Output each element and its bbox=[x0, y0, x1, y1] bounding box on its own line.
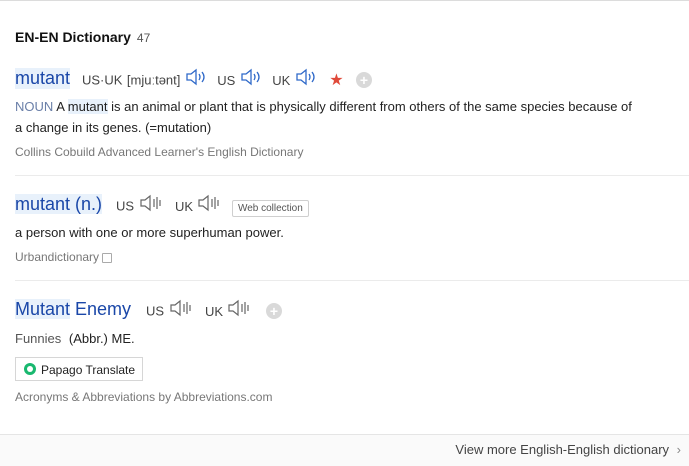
divider bbox=[15, 280, 689, 281]
entry-3-definition: (Abbr.) ME. bbox=[68, 331, 135, 346]
entry-3-us-label: US bbox=[146, 303, 165, 319]
view-more-link[interactable]: View more English-English dictionary › bbox=[455, 442, 681, 457]
papago-translate-button[interactable]: Papago Translate bbox=[15, 357, 143, 381]
speaker-icon[interactable] bbox=[139, 194, 165, 219]
speaker-icon[interactable] bbox=[197, 194, 223, 219]
view-more-label: View more English-English dictionary bbox=[455, 442, 670, 457]
entry-3-headword-rest: Enemy bbox=[70, 299, 132, 319]
top-divider bbox=[0, 0, 689, 1]
entry-1-pronunciation: [mjuːtənt] bbox=[126, 72, 181, 88]
entry-1-pos: NOUN bbox=[15, 99, 54, 114]
entry-1-usuk-label: US·UK bbox=[82, 72, 123, 88]
speaker-icon[interactable] bbox=[227, 299, 253, 324]
entry-1-definition-line1: NOUN A mutant is an animal or plant that… bbox=[15, 96, 632, 117]
chevron-right-icon: › bbox=[676, 442, 681, 457]
entry-3-category: Funnies bbox=[15, 331, 62, 346]
divider bbox=[15, 175, 689, 176]
entry-2-us-label: US bbox=[116, 198, 135, 214]
entry-2-headword[interactable]: mutant (n.) bbox=[15, 194, 103, 215]
speaker-icon[interactable] bbox=[295, 68, 317, 93]
entry-1-def-highlight: mutant bbox=[67, 99, 108, 114]
entry-2-definition: a person with one or more superhuman pow… bbox=[15, 225, 284, 240]
copy-icon[interactable] bbox=[102, 252, 113, 263]
star-icon[interactable]: ★ bbox=[329, 72, 343, 89]
entry-1-uk-label: UK bbox=[272, 72, 291, 88]
entry-1-us-label: US bbox=[217, 72, 236, 88]
papago-label: Papago Translate bbox=[41, 363, 136, 377]
entry-3-headword[interactable]: Mutant Enemy bbox=[15, 299, 131, 320]
papago-icon bbox=[24, 363, 36, 375]
entry-1-source[interactable]: Collins Cobuild Advanced Learner's Engli… bbox=[15, 145, 303, 159]
entry-1-def-rest: is an animal or plant that is physically… bbox=[107, 99, 632, 114]
result-count: 47 bbox=[136, 31, 151, 45]
entry-1-pron-row: US·UK [mjuːtənt] US UK ★ + bbox=[82, 68, 373, 93]
speaker-icon[interactable] bbox=[185, 68, 207, 93]
entry-2-pron-row: US UK Web collection bbox=[116, 194, 309, 219]
section-title: EN-EN Dictionary 47 bbox=[15, 29, 150, 45]
entry-1-definition-line2: a change in its genes. (=mutation) bbox=[15, 120, 212, 135]
entry-3-uk-label: UK bbox=[204, 303, 224, 319]
entry-2-source[interactable]: Urbandictionary bbox=[15, 250, 113, 264]
entry-3-definition-row: Funnies (Abbr.) ME. bbox=[15, 328, 135, 349]
section-title-text: EN-EN Dictionary bbox=[15, 29, 131, 45]
entry-2-uk-label: UK bbox=[174, 198, 194, 214]
entry-1-def-pre: A bbox=[56, 99, 68, 114]
plus-icon[interactable]: + bbox=[356, 71, 373, 88]
speaker-icon[interactable] bbox=[240, 68, 262, 93]
entry-3-headword-hl: Mutant bbox=[15, 299, 71, 319]
plus-icon[interactable]: + bbox=[265, 302, 282, 319]
entry-3-source[interactable]: Acronyms & Abbreviations by Abbreviation… bbox=[15, 390, 272, 404]
speaker-icon[interactable] bbox=[169, 299, 195, 324]
entry-2-source-text: Urbandictionary bbox=[15, 250, 100, 264]
entry-2-headword-text: mutant (n.) bbox=[15, 194, 103, 214]
web-collection-tag: Web collection bbox=[231, 199, 309, 217]
entry-1-headword[interactable]: mutant bbox=[15, 68, 71, 89]
entry-3-pron-row: US UK + bbox=[146, 299, 282, 321]
